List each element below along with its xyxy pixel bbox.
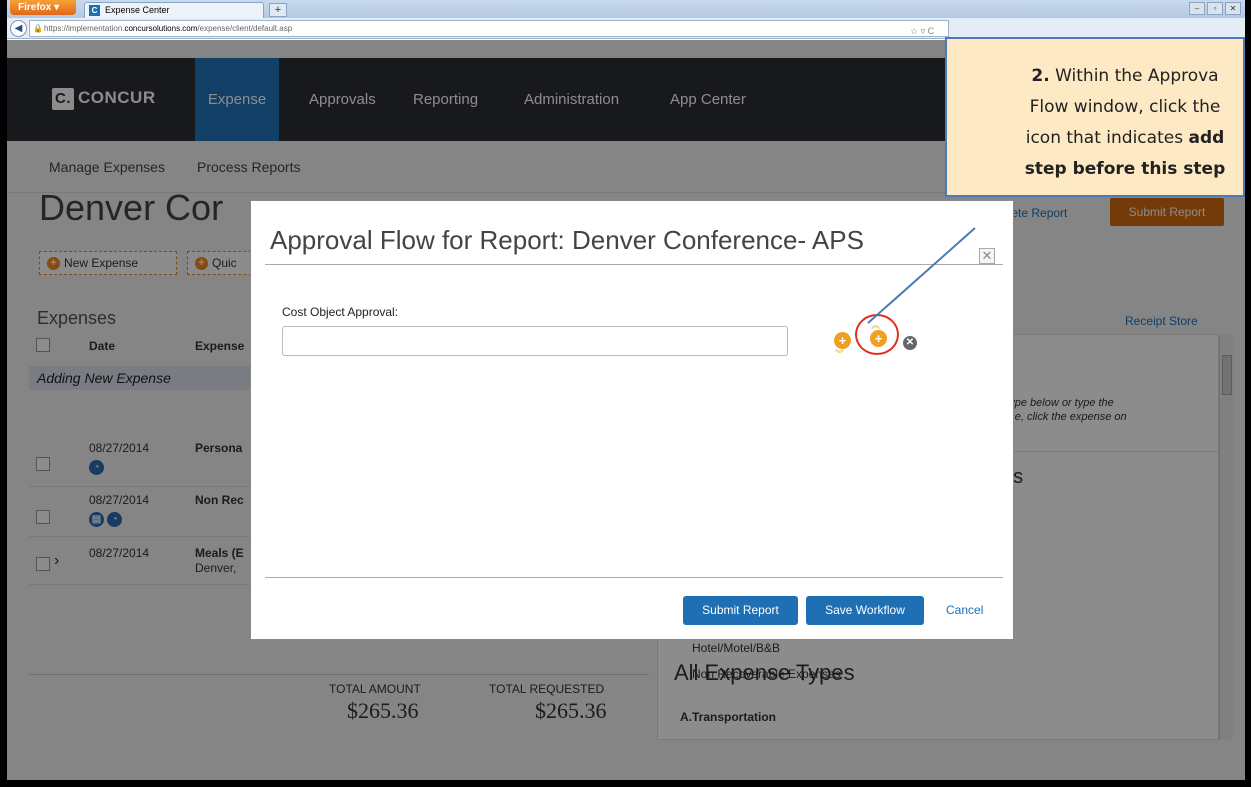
save-workflow-button[interactable]: Save Workflow <box>806 596 924 625</box>
browser-titlebar: Firefox ▾ C Expense Center + – ▫ ✕ <box>7 0 1245 18</box>
highlight-circle <box>855 314 899 355</box>
cost-object-approval-label: Cost Object Approval: <box>282 305 399 319</box>
close-icon[interactable]: ✕ <box>979 248 995 264</box>
dialog-submit-report-button[interactable]: Submit Report <box>683 596 798 625</box>
browser-navbar: ◀ 🔒 https://implementation.concursolutio… <box>7 18 1245 39</box>
dialog-divider <box>265 264 1003 265</box>
approval-flow-dialog: Approval Flow for Report: Denver Confere… <box>250 200 1014 640</box>
close-window-button[interactable]: ✕ <box>1225 2 1241 15</box>
chevron-down-icon: ︾ <box>835 349 845 359</box>
bookmark-star-icon[interactable]: ☆ ▿ C <box>910 24 934 39</box>
window-controls: – ▫ ✕ <box>1189 2 1241 15</box>
url-bar[interactable]: 🔒 https://implementation.concursolutions… <box>29 20 949 37</box>
new-tab-button[interactable]: + <box>269 3 287 17</box>
dialog-title: Approval Flow for Report: Denver Confere… <box>270 225 864 255</box>
cost-object-approval-input[interactable] <box>282 326 788 356</box>
concur-favicon-icon: C <box>89 5 100 16</box>
remove-step-icon[interactable]: ✕ <box>903 336 917 350</box>
dialog-divider <box>265 577 1003 578</box>
minimize-button[interactable]: – <box>1189 2 1205 15</box>
callout-text: 2. Within the Approva Flow window, click… <box>1024 66 1226 179</box>
instruction-callout: 2. Within the Approva Flow window, click… <box>945 37 1245 197</box>
browser-tab[interactable]: C Expense Center <box>84 2 264 18</box>
tab-title: Expense Center <box>105 5 170 15</box>
lock-icon: 🔒 <box>33 24 43 33</box>
back-arrow-icon[interactable]: ◀ <box>10 20 27 37</box>
screenshot-frame: Firefox ▾ C Expense Center + – ▫ ✕ ◀ 🔒 h… <box>0 0 1251 787</box>
cancel-link[interactable]: Cancel <box>946 603 983 617</box>
firefox-menu-button[interactable]: Firefox ▾ <box>10 0 76 15</box>
maximize-button[interactable]: ▫ <box>1207 2 1223 15</box>
